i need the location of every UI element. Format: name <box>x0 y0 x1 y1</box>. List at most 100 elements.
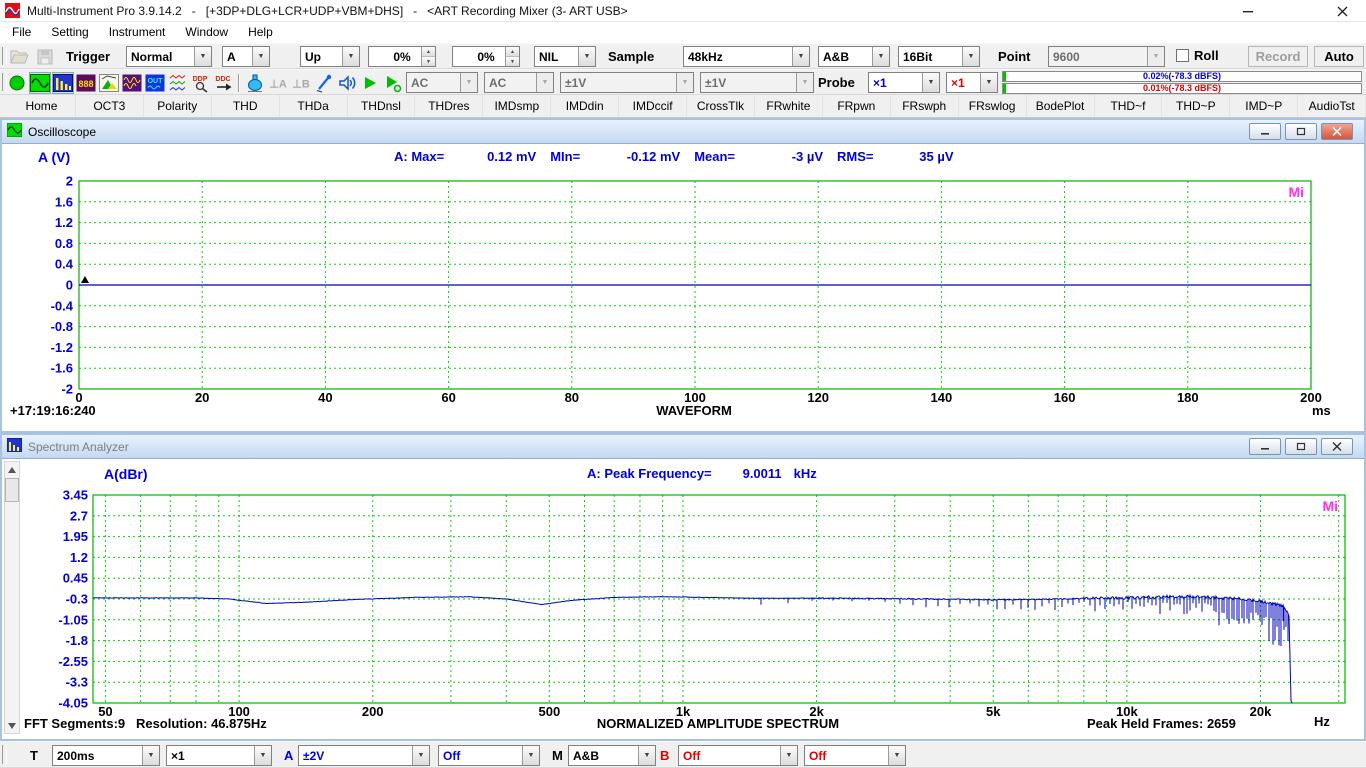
trigger-hpf-select[interactable]: NIL <box>534 46 596 67</box>
toolbar-grip[interactable] <box>2 47 7 65</box>
trigger-level-up[interactable] <box>422 47 435 57</box>
menu-item-instrument[interactable]: Instrument <box>99 22 176 43</box>
trigger-level-down[interactable] <box>422 57 435 66</box>
hotkey-audiotst[interactable]: AudioTst <box>1298 95 1366 117</box>
spectrum-restore-button[interactable] <box>1285 438 1317 455</box>
ddp-viewer-icon[interactable]: DDP <box>190 72 212 94</box>
oscilloscope-window-icon <box>7 123 22 140</box>
derived-data-icon[interactable] <box>167 72 189 94</box>
multimeter-icon[interactable]: 888 <box>75 72 97 94</box>
oscilloscope-titlebar[interactable]: Oscilloscope <box>2 120 1364 144</box>
hotkey-thda[interactable]: THDa <box>280 95 348 117</box>
sweep-toolbar: T 200ms ×1 A ±2V Off M A&B B Off Off <box>0 741 1366 768</box>
spectrum-minimize-button[interactable] <box>1249 438 1281 455</box>
hotkey-thdres[interactable]: THDres <box>415 95 483 117</box>
menu-item-setting[interactable]: Setting <box>41 22 98 43</box>
auto-button[interactable]: Auto <box>1314 46 1364 67</box>
svg-text:OUT: OUT <box>148 78 164 85</box>
hotkey-thd~p[interactable]: THD~P <box>1162 95 1230 117</box>
spectrum-close-button[interactable] <box>1321 438 1353 455</box>
hotkey-polarity[interactable]: Polarity <box>144 95 212 117</box>
trigger-source-select[interactable]: A <box>222 46 270 67</box>
menu-item-file[interactable]: File <box>2 22 41 43</box>
trigger-delay-down[interactable] <box>506 57 519 66</box>
hotkey-frwhite[interactable]: FRwhite <box>755 95 823 117</box>
spectrum-titlebar[interactable]: Spectrum Analyzer <box>2 435 1364 459</box>
sweep-t-label: T <box>30 748 38 763</box>
svg-text:60: 60 <box>441 390 455 402</box>
sound-output-icon[interactable] <box>336 72 358 94</box>
hotkey-imddin[interactable]: IMDdin <box>551 95 619 117</box>
hotkey-thd[interactable]: THD <box>212 95 280 117</box>
sampling-channels-select[interactable]: A&B <box>818 46 890 67</box>
svg-text:0.4: 0.4 <box>55 257 74 272</box>
a-range-select[interactable]: ±2V <box>298 745 430 766</box>
menu-item-window[interactable]: Window <box>175 22 238 43</box>
trigger-level-stepper[interactable]: 0% <box>368 46 436 67</box>
hotkey-frswlog[interactable]: FRswlog <box>959 95 1027 117</box>
oscilloscope-restore-button[interactable] <box>1285 123 1317 140</box>
svg-text:3.45: 3.45 <box>63 488 88 503</box>
hotkey-home[interactable]: Home <box>8 95 76 117</box>
save-icon[interactable] <box>34 46 56 68</box>
calibration-icon[interactable] <box>313 72 335 94</box>
app-titlebar[interactable]: Multi-Instrument Pro 3.9.14.2 - [+3DP+DL… <box>0 0 1366 22</box>
b-mode2-select[interactable]: Off <box>804 745 906 766</box>
sampling-rate-select[interactable]: 48kHz <box>683 46 810 67</box>
scrollbar-down-button[interactable] <box>5 718 19 733</box>
input-b-icon[interactable]: ⊥B <box>290 72 312 94</box>
hotkey-frswph[interactable]: FRswph <box>891 95 959 117</box>
oscilloscope-close-button[interactable] <box>1321 123 1353 140</box>
device-test-plan-icon[interactable] <box>244 72 266 94</box>
input-a-icon[interactable]: ⊥A <box>267 72 289 94</box>
svg-text:0.45: 0.45 <box>63 571 88 586</box>
probe-b-select[interactable]: ×1 <box>946 72 998 93</box>
hotkey-bodeplot[interactable]: BodePlot <box>1027 95 1095 117</box>
record-length-select: 9600 <box>1048 46 1165 67</box>
roll-checkbox-box[interactable] <box>1176 49 1189 62</box>
run-generator-icon[interactable] <box>359 72 381 94</box>
hotkey-thdnsl[interactable]: THDnsl <box>348 95 416 117</box>
probe-a-select[interactable]: ×1 <box>868 72 940 93</box>
trigger-edge-select[interactable]: Up <box>300 46 360 67</box>
hotkey-imd~p[interactable]: IMD~P <box>1230 95 1298 117</box>
signal-generator-icon[interactable] <box>121 72 143 94</box>
app-minimize-button[interactable] <box>1226 0 1271 22</box>
roll-checkbox[interactable]: Roll <box>1176 48 1219 63</box>
oscilloscope-minimize-button[interactable] <box>1249 123 1281 140</box>
sweep-time-select[interactable]: 200ms <box>52 745 160 766</box>
monitor-select[interactable]: A&B <box>568 745 656 766</box>
trigger-sampling-toolbar: Trigger Normal A Up 0% 0% NIL Sample 48k… <box>0 43 1366 69</box>
sampling-bits-select[interactable]: 16Bit <box>898 46 980 67</box>
level-bar-a <box>1003 72 1006 81</box>
menu-bar: FileSettingInstrumentWindowHelp <box>0 22 1366 43</box>
a-mode-select[interactable]: Off <box>438 745 540 766</box>
sample-label: Sample <box>608 49 654 64</box>
ddc-icon[interactable]: DDC <box>213 72 235 94</box>
spectrum-3d-plot-icon[interactable] <box>98 72 120 94</box>
trigger-delay-up[interactable] <box>506 47 519 57</box>
oscilloscope-axis-title: WAVEFORM <box>78 403 1310 418</box>
hotkey-oct3[interactable]: OCT3 <box>76 95 144 117</box>
menu-item-help[interactable]: Help <box>238 22 283 43</box>
toolbar-grip[interactable] <box>2 745 7 764</box>
run-icon[interactable] <box>6 72 28 94</box>
record-button: Record <box>1248 46 1308 67</box>
hotkey-imdsmp[interactable]: IMDsmp <box>483 95 551 117</box>
run-loop-icon[interactable] <box>382 72 404 94</box>
spectrum-analyzer-icon[interactable] <box>52 72 74 94</box>
hotkey-crosstlk[interactable]: CrossTlk <box>687 95 755 117</box>
open-file-icon[interactable] <box>8 46 30 68</box>
trigger-delay-stepper[interactable]: 0% <box>452 46 520 67</box>
b-mode-select[interactable]: Off <box>678 745 798 766</box>
svg-text:0: 0 <box>66 278 73 293</box>
sweep-mult-select[interactable]: ×1 <box>166 745 272 766</box>
trigger-mode-select[interactable]: Normal <box>126 46 212 67</box>
app-close-button[interactable] <box>1320 0 1365 22</box>
hotkey-frpwn[interactable]: FRpwn <box>823 95 891 117</box>
hotkey-thd~f[interactable]: THD~f <box>1095 95 1163 117</box>
ddp-output-icon[interactable]: OUT <box>144 72 166 94</box>
app-title: Multi-Instrument Pro 3.9.14.2 - [+3DP+DL… <box>27 4 628 18</box>
oscilloscope-icon[interactable] <box>29 72 51 94</box>
hotkey-imdccif[interactable]: IMDccif <box>619 95 687 117</box>
